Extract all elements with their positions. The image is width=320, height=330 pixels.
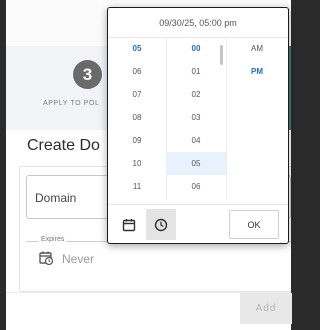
minute-option[interactable]: 05: [166, 152, 226, 175]
time-tab-button[interactable]: [146, 209, 176, 240]
hour-column[interactable]: 05 06 07 08 09 10 11: [108, 37, 167, 200]
step-number: 3: [73, 60, 102, 89]
minute-option[interactable]: 04: [166, 129, 226, 152]
page-title: Create Do: [27, 137, 100, 154]
calendar-clock-icon: [39, 251, 53, 265]
hour-option[interactable]: 05: [108, 37, 166, 60]
date-tab-button[interactable]: [114, 209, 144, 240]
ampm-column[interactable]: AM PM: [226, 37, 288, 200]
minute-option[interactable]: 02: [166, 83, 226, 106]
expires-value: Never: [62, 252, 95, 266]
clock-icon: [154, 218, 168, 231]
minute-column[interactable]: 00 01 02 03 04 05 06: [166, 37, 227, 200]
add-button[interactable]: Add: [240, 293, 292, 324]
hour-option[interactable]: 09: [108, 129, 166, 152]
minute-option[interactable]: 03: [166, 106, 226, 129]
ok-button[interactable]: OK: [229, 210, 279, 239]
hour-option[interactable]: 11: [108, 175, 166, 198]
hour-option[interactable]: 08: [108, 106, 166, 129]
hour-option[interactable]: 10: [108, 152, 166, 175]
minute-option[interactable]: 01: [166, 60, 226, 83]
picker-header: 09/30/25, 05:00 pm: [108, 8, 288, 38]
ampm-option[interactable]: PM: [226, 60, 288, 83]
scrollbar[interactable]: [220, 45, 223, 65]
domain-label: Domain: [35, 191, 77, 205]
hour-option[interactable]: 06: [108, 60, 166, 83]
expires-label: Expires: [39, 236, 67, 243]
calendar-icon: [122, 218, 136, 231]
minute-option[interactable]: 00: [166, 37, 226, 60]
step-label: APPLY TO POL: [43, 100, 100, 107]
datetime-picker: 09/30/25, 05:00 pm 05 06 07 08 09 10 11 00 01 02…: [107, 7, 289, 244]
hour-option[interactable]: 07: [108, 83, 166, 106]
picker-footer: OK: [108, 204, 288, 243]
ampm-option[interactable]: AM: [226, 37, 288, 60]
minute-option[interactable]: 06: [166, 175, 226, 198]
